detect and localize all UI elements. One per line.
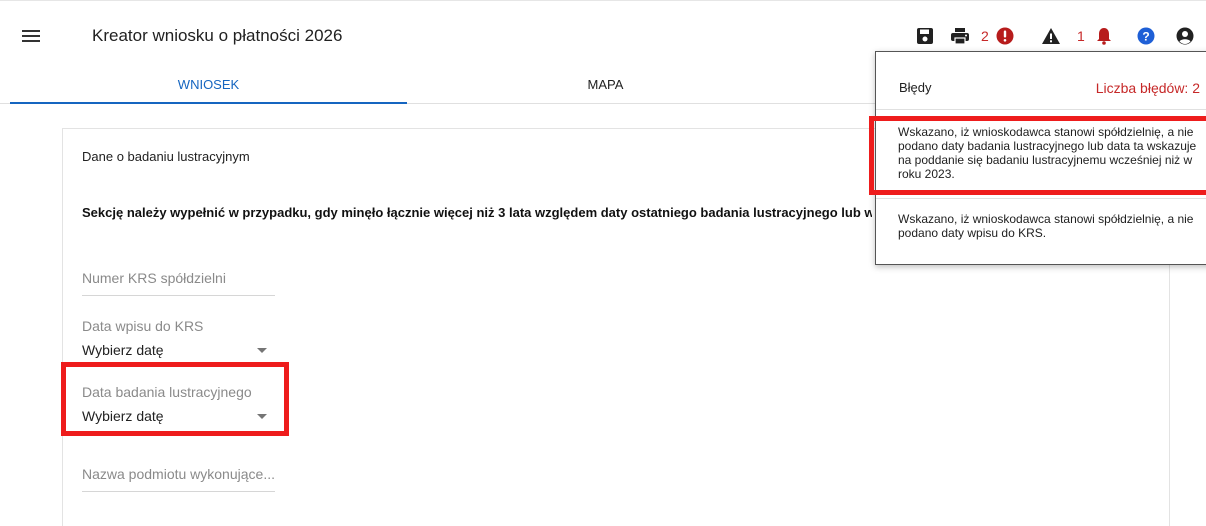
krs-number-underline — [82, 295, 275, 296]
section-title: Dane o badaniu lustracyjnym — [82, 149, 250, 164]
print-icon[interactable] — [950, 27, 970, 45]
warning-count: 1 — [1077, 28, 1085, 44]
menu-icon[interactable] — [22, 30, 40, 43]
error-count: 2 — [981, 28, 989, 44]
error-icon[interactable] — [996, 27, 1014, 45]
error-item[interactable]: Wskazano, iż wnioskodawca stanowi spółdz… — [898, 212, 1206, 240]
auditor-name-underline — [82, 491, 275, 492]
chevron-down-icon[interactable] — [257, 348, 267, 353]
bell-icon[interactable] — [1096, 27, 1112, 45]
krs-date-value: Wybierz datę — [82, 342, 164, 358]
krs-number-placeholder: Numer KRS spółdzielni — [82, 270, 226, 286]
account-icon[interactable] — [1176, 27, 1194, 45]
app-title: Kreator wniosku o płatności 2026 — [92, 26, 343, 45]
error-item-highlight — [869, 116, 1206, 195]
audit-date-highlight — [61, 362, 289, 436]
divider — [876, 198, 1206, 199]
save-icon[interactable] — [916, 27, 934, 45]
help-icon[interactable]: ? — [1137, 27, 1155, 45]
section-note: Sekcję należy wypełnić w przypadku, gdy … — [82, 205, 872, 220]
svg-text:?: ? — [1142, 30, 1149, 44]
warning-icon[interactable] — [1041, 27, 1061, 45]
krs-date-label: Data wpisu do KRS — [82, 318, 204, 334]
auditor-name-placeholder: Nazwa podmiotu wykonujące... — [82, 466, 275, 482]
krs-number-field[interactable]: Numer KRS spółdzielni — [82, 270, 275, 296]
tab-mapa[interactable]: MAPA — [407, 68, 804, 104]
auditor-name-field[interactable]: Nazwa podmiotu wykonujące... — [82, 466, 275, 492]
top-edge — [0, 0, 1206, 1]
tab-wniosek[interactable]: WNIOSEK — [10, 68, 407, 104]
divider — [876, 109, 1206, 110]
errors-count-label: Liczba błędów: 2 — [1095, 80, 1200, 96]
krs-date-field[interactable]: Data wpisu do KRS Wybierz datę — [82, 318, 275, 368]
errors-popup-title: Błędy — [899, 80, 932, 95]
